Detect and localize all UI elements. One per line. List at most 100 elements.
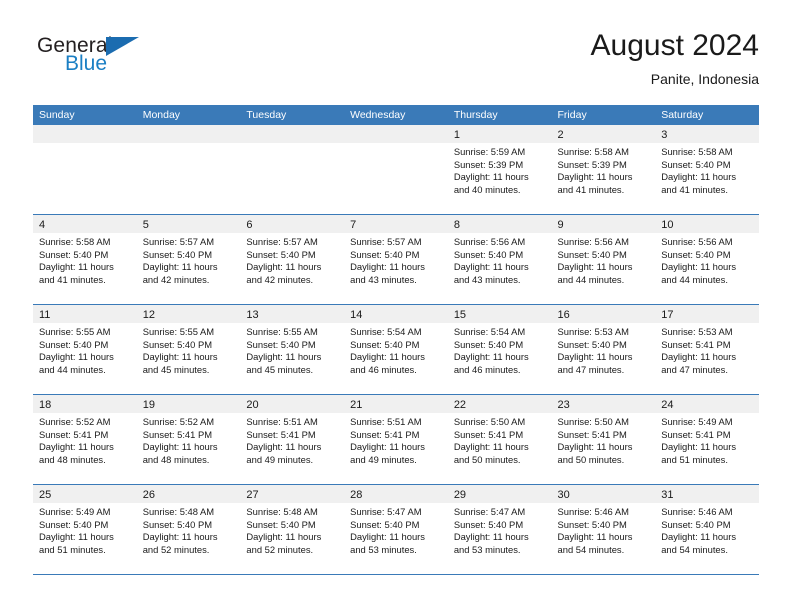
daylight-text-line1: Daylight: 11 hours: [661, 261, 737, 273]
daylight-text-line2: and 50 minutes.: [557, 453, 625, 465]
sunset-text: Sunset: 5:40 PM: [246, 338, 316, 350]
day-cell[interactable]: 10 Sunrise: 5:56 AM Sunset: 5:40 PM Dayl…: [655, 215, 759, 304]
day-cell[interactable]: 27 Sunrise: 5:48 AM Sunset: 5:40 PM Dayl…: [240, 485, 345, 574]
day-number-band: 2: [551, 125, 656, 143]
daylight-text-line1: Daylight: 11 hours: [453, 441, 529, 453]
sunset-text: Sunset: 5:40 PM: [350, 338, 420, 350]
day-cell[interactable]: 12 Sunrise: 5:55 AM Sunset: 5:40 PM Dayl…: [136, 305, 241, 394]
sunset-text: Sunset: 5:40 PM: [453, 518, 524, 530]
weekday-header-thursday: Thursday: [453, 109, 498, 121]
day-cell[interactable]: 9 Sunrise: 5:56 AM Sunset: 5:40 PM Dayli…: [551, 215, 656, 304]
day-cell[interactable]: 29 Sunrise: 5:47 AM Sunset: 5:40 PM Dayl…: [447, 485, 552, 574]
day-cell[interactable]: 26 Sunrise: 5:48 AM Sunset: 5:40 PM Dayl…: [136, 485, 241, 574]
day-cell[interactable]: [344, 125, 448, 214]
general-blue-logo[interactable]: General Blue: [37, 34, 237, 92]
day-info: Sunrise: 5:49 AM Sunset: 5:40 PM Dayligh…: [33, 503, 137, 556]
sunset-text: Sunset: 5:41 PM: [661, 428, 731, 440]
day-number-band: [33, 125, 137, 143]
day-number: 11: [39, 309, 51, 321]
sunset-text: Sunset: 5:40 PM: [557, 338, 627, 350]
day-cell[interactable]: 2 Sunrise: 5:58 AM Sunset: 5:39 PM Dayli…: [551, 125, 656, 214]
day-number: 15: [453, 309, 467, 321]
day-cell[interactable]: 16 Sunrise: 5:53 AM Sunset: 5:40 PM Dayl…: [551, 305, 656, 394]
sunrise-text: Sunrise: 5:54 AM: [350, 326, 422, 337]
day-info: Sunrise: 5:47 AM Sunset: 5:40 PM Dayligh…: [344, 503, 448, 556]
day-number: 17: [661, 309, 674, 321]
day-cell[interactable]: 1 Sunrise: 5:59 AM Sunset: 5:39 PM Dayli…: [447, 125, 552, 214]
sunset-text: Sunset: 5:41 PM: [661, 338, 731, 350]
day-number: 4: [39, 219, 46, 231]
day-cell[interactable]: 25 Sunrise: 5:49 AM Sunset: 5:40 PM Dayl…: [33, 485, 137, 574]
sunrise-text: Sunrise: 5:48 AM: [246, 506, 318, 517]
day-number: 2: [557, 129, 564, 141]
daylight-text-line2: and 43 minutes.: [453, 273, 521, 285]
sunset-text: Sunset: 5:41 PM: [246, 428, 316, 440]
day-info: Sunrise: 5:54 AM Sunset: 5:40 PM Dayligh…: [344, 323, 448, 376]
day-cell[interactable]: 6 Sunrise: 5:57 AM Sunset: 5:40 PM Dayli…: [240, 215, 345, 304]
day-info: Sunrise: 5:47 AM Sunset: 5:40 PM Dayligh…: [448, 503, 552, 556]
sunset-text: Sunset: 5:40 PM: [453, 338, 524, 350]
daylight-text-line2: and 46 minutes.: [453, 363, 521, 375]
day-cell[interactable]: [240, 125, 345, 214]
day-cell[interactable]: 7 Sunrise: 5:57 AM Sunset: 5:40 PM Dayli…: [344, 215, 448, 304]
day-cell[interactable]: 20 Sunrise: 5:51 AM Sunset: 5:41 PM Dayl…: [240, 395, 345, 484]
sunset-text: Sunset: 5:40 PM: [557, 248, 627, 260]
day-number: 5: [142, 219, 149, 231]
day-number: 25: [39, 489, 52, 501]
day-cell[interactable]: 4 Sunrise: 5:58 AM Sunset: 5:40 PM Dayli…: [33, 215, 137, 304]
calendar-page: General Blue August 2024 Panite, Indones…: [0, 0, 792, 612]
daylight-text-line1: Daylight: 11 hours: [661, 351, 737, 363]
day-cell[interactable]: [136, 125, 241, 214]
day-info: Sunrise: 5:52 AM Sunset: 5:41 PM Dayligh…: [33, 413, 137, 466]
day-number: 19: [142, 399, 155, 411]
day-cell[interactable]: 5 Sunrise: 5:57 AM Sunset: 5:40 PM Dayli…: [136, 215, 241, 304]
day-cell[interactable]: 11 Sunrise: 5:55 AM Sunset: 5:40 PM Dayl…: [33, 305, 137, 394]
day-cell[interactable]: 31 Sunrise: 5:46 AM Sunset: 5:40 PM Dayl…: [655, 485, 759, 574]
sunset-text: Sunset: 5:40 PM: [350, 518, 420, 530]
sunrise-text: Sunrise: 5:50 AM: [453, 416, 526, 427]
day-info: Sunrise: 5:46 AM Sunset: 5:40 PM Dayligh…: [552, 503, 656, 556]
day-info: Sunrise: 5:57 AM Sunset: 5:40 PM Dayligh…: [137, 233, 241, 286]
day-number-band: 11: [33, 305, 137, 323]
day-number-band: 19: [136, 395, 241, 413]
day-cell[interactable]: 3 Sunrise: 5:58 AM Sunset: 5:40 PM Dayli…: [655, 125, 759, 214]
daylight-text-line2: and 52 minutes.: [142, 543, 210, 555]
day-info: Sunrise: 5:54 AM Sunset: 5:40 PM Dayligh…: [448, 323, 552, 376]
sunset-text: Sunset: 5:40 PM: [39, 518, 109, 530]
day-cell[interactable]: 18 Sunrise: 5:52 AM Sunset: 5:41 PM Dayl…: [33, 395, 137, 484]
daylight-text-line1: Daylight: 11 hours: [246, 351, 322, 363]
sunrise-text: Sunrise: 5:57 AM: [350, 236, 422, 247]
sunrise-text: Sunrise: 5:50 AM: [557, 416, 629, 427]
sunrise-text: Sunrise: 5:55 AM: [142, 326, 215, 337]
logo-triangle-icon: [106, 37, 139, 56]
weekday-header-monday: Monday: [142, 109, 181, 121]
daylight-text-line1: Daylight: 11 hours: [142, 261, 218, 273]
day-cell[interactable]: 13 Sunrise: 5:55 AM Sunset: 5:40 PM Dayl…: [240, 305, 345, 394]
sunset-text: Sunset: 5:40 PM: [246, 518, 316, 530]
day-cell[interactable]: 19 Sunrise: 5:52 AM Sunset: 5:41 PM Dayl…: [136, 395, 241, 484]
daylight-text-line2: and 50 minutes.: [453, 453, 521, 465]
day-cell[interactable]: 22 Sunrise: 5:50 AM Sunset: 5:41 PM Dayl…: [447, 395, 552, 484]
day-cell[interactable]: 21 Sunrise: 5:51 AM Sunset: 5:41 PM Dayl…: [344, 395, 448, 484]
day-cell[interactable]: 24 Sunrise: 5:49 AM Sunset: 5:41 PM Dayl…: [655, 395, 759, 484]
day-cell[interactable]: 8 Sunrise: 5:56 AM Sunset: 5:40 PM Dayli…: [447, 215, 552, 304]
day-cell[interactable]: 14 Sunrise: 5:54 AM Sunset: 5:40 PM Dayl…: [344, 305, 448, 394]
daylight-text-line1: Daylight: 11 hours: [142, 441, 218, 453]
day-cell[interactable]: 28 Sunrise: 5:47 AM Sunset: 5:40 PM Dayl…: [344, 485, 448, 574]
day-cell[interactable]: [33, 125, 137, 214]
day-info: Sunrise: 5:55 AM Sunset: 5:40 PM Dayligh…: [137, 323, 241, 376]
week-row: 1 Sunrise: 5:59 AM Sunset: 5:39 PM Dayli…: [33, 125, 759, 214]
daylight-text-line2: and 47 minutes.: [661, 363, 728, 375]
sunrise-text: Sunrise: 5:57 AM: [246, 236, 318, 247]
sunset-text: Sunset: 5:39 PM: [557, 158, 627, 170]
day-cell[interactable]: 17 Sunrise: 5:53 AM Sunset: 5:41 PM Dayl…: [655, 305, 759, 394]
day-cell[interactable]: 23 Sunrise: 5:50 AM Sunset: 5:41 PM Dayl…: [551, 395, 656, 484]
day-info: Sunrise: 5:51 AM Sunset: 5:41 PM Dayligh…: [344, 413, 448, 466]
daylight-text-line2: and 41 minutes.: [557, 183, 625, 195]
daylight-text-line2: and 42 minutes.: [142, 273, 210, 285]
daylight-text-line1: Daylight: 11 hours: [557, 261, 633, 273]
day-info: Sunrise: 5:57 AM Sunset: 5:40 PM Dayligh…: [344, 233, 448, 286]
day-cell[interactable]: 30 Sunrise: 5:46 AM Sunset: 5:40 PM Dayl…: [551, 485, 656, 574]
day-info: Sunrise: 5:58 AM Sunset: 5:40 PM Dayligh…: [655, 143, 759, 196]
day-cell[interactable]: 15 Sunrise: 5:54 AM Sunset: 5:40 PM Dayl…: [447, 305, 552, 394]
